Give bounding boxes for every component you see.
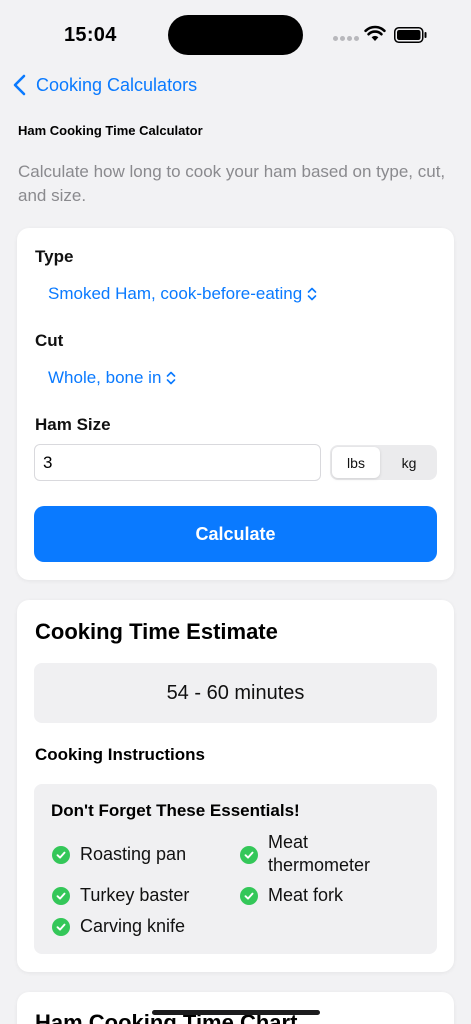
unit-option-lbs[interactable]: lbs — [332, 447, 380, 478]
result-title: Cooking Time Estimate — [35, 619, 278, 644]
screen: 15:04 Cooking Calculators Ham Cooking Ti… — [0, 0, 471, 1024]
instructions-heading: Cooking Instructions — [35, 745, 205, 764]
page-title: Ham Cooking Time Calculator — [18, 123, 203, 138]
cooking-chart-card: Ham Cooking Time Chart — [17, 992, 454, 1024]
cut-picker[interactable]: Whole, bone in — [48, 368, 177, 388]
essential-item-label: Meat fork — [268, 885, 344, 905]
cut-label: Cut — [35, 331, 64, 350]
essentials-box: Don't Forget These Essentials! Roasting … — [34, 784, 437, 954]
essential-item-label: Roasting pan — [80, 844, 187, 864]
ham-size-label: Ham Size — [35, 415, 111, 434]
checkmark-circle-icon — [240, 887, 258, 905]
essential-item-label: Turkey baster — [80, 885, 190, 905]
calculate-button[interactable]: Calculate — [34, 506, 437, 562]
type-picker-value: Smoked Ham, cook-before-eating — [48, 284, 303, 303]
chevron-left-icon — [13, 74, 26, 96]
type-picker[interactable]: Smoked Ham, cook-before-eating — [48, 284, 318, 304]
chevron-up-down-icon — [307, 287, 317, 301]
result-card: Cooking Time Estimate 54 - 60 minutes Co… — [17, 600, 454, 972]
essential-item: Meat fork — [240, 884, 410, 907]
essential-item: Turkey baster — [52, 884, 222, 907]
dynamic-island — [168, 15, 303, 55]
essential-item-label: Carving knife — [80, 916, 186, 936]
essential-item: Carving knife — [52, 915, 222, 938]
cut-picker-value: Whole, bone in — [48, 368, 162, 387]
checkmark-circle-icon — [52, 887, 70, 905]
chevron-up-down-icon — [167, 371, 176, 385]
back-button-label: Cooking Calculators — [36, 74, 198, 95]
type-label: Type — [35, 247, 74, 266]
battery-icon — [394, 27, 427, 43]
unit-option-kg[interactable]: kg — [385, 447, 433, 478]
status-time: 15:04 — [64, 24, 117, 46]
home-indicator[interactable] — [152, 1010, 320, 1015]
cooking-time-estimate: 54 - 60 minutes — [34, 663, 437, 723]
ham-size-input[interactable] — [34, 444, 321, 481]
checkmark-circle-icon — [240, 846, 258, 864]
checkmark-circle-icon — [52, 918, 70, 936]
checkmark-circle-icon — [52, 846, 70, 864]
back-button[interactable]: Cooking Calculators — [12, 70, 197, 100]
cellular-signal-icon — [333, 36, 359, 41]
essential-item: Roasting pan — [52, 843, 222, 866]
essential-item-label: Meat thermometer — [268, 832, 371, 875]
unit-segmented-control: lbs kg — [330, 445, 437, 480]
essential-item: Meat thermometer — [240, 831, 410, 877]
page-subtitle: Calculate how long to cook your ham base… — [18, 162, 446, 205]
calculator-form-card: Type Smoked Ham, cook-before-eating Cut … — [17, 228, 454, 580]
wifi-icon — [364, 25, 386, 41]
essentials-title: Don't Forget These Essentials! — [51, 801, 300, 820]
status-bar: 15:04 — [0, 0, 471, 70]
